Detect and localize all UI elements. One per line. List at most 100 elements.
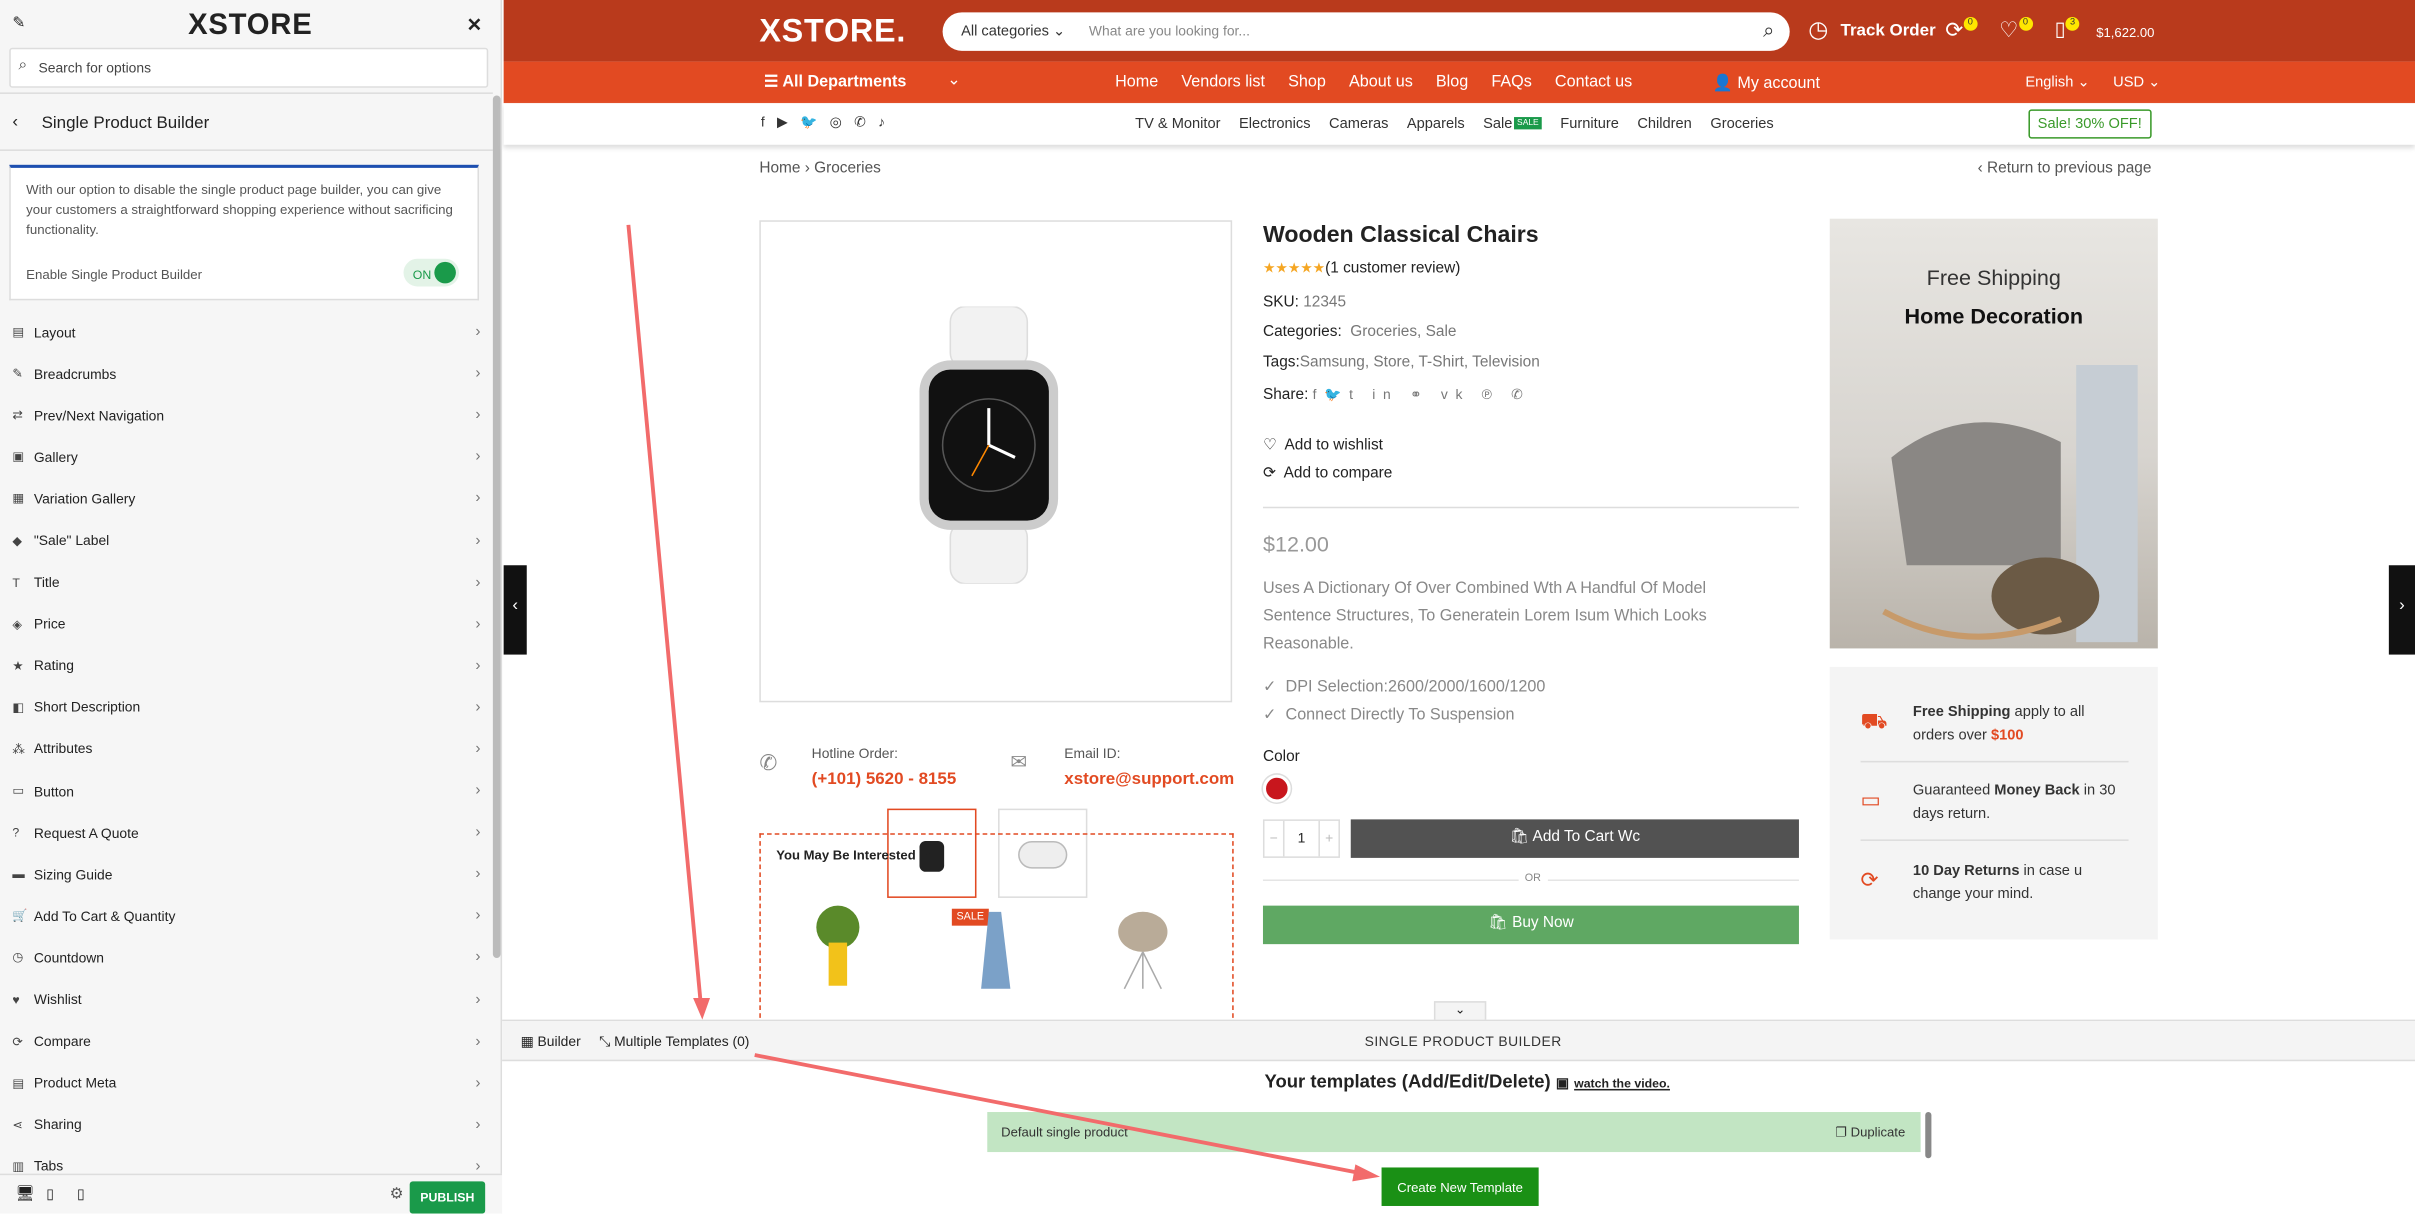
watch-video-link[interactable]: watch the video. — [1574, 1077, 1670, 1091]
sidebar-item-attributes[interactable]: ⁂ Attributes › — [0, 728, 493, 770]
template-row[interactable]: Default single product ❐ Duplicate — [987, 1112, 1921, 1153]
whatsapp-icon[interactable]: ✆ — [854, 114, 866, 131]
sale-promo-button[interactable]: Sale! 30% OFF! — [2028, 109, 2152, 139]
nav-link-blog[interactable]: Blog — [1436, 72, 1468, 90]
sidebar-item-countdown[interactable]: ◷ Countdown › — [0, 937, 493, 979]
sidebar-item-button[interactable]: ▭ Button › — [0, 770, 493, 812]
instagram-icon[interactable]: ◎ — [830, 114, 842, 131]
sidebar-item-sale-label[interactable]: ◆ "Sale" Label › — [0, 520, 493, 562]
dress-product[interactable] — [976, 911, 1015, 997]
category-link-furniture[interactable]: Furniture — [1560, 116, 1619, 133]
share-icons[interactable]: f🐦t in ⚭ vk ℗ ✆ — [1313, 387, 1531, 402]
sidebar-item-sizing-guide[interactable]: ▬ Sizing Guide › — [0, 854, 493, 896]
close-icon[interactable]: ✕ — [467, 14, 482, 36]
youtube-icon[interactable]: ▶ — [777, 114, 788, 131]
track-order-link[interactable]: Track Order — [1841, 22, 1936, 40]
sidebar-item-compare[interactable]: ⟳ Compare › — [0, 1021, 493, 1063]
increase-button[interactable]: + — [1320, 821, 1338, 856]
wallet-icon: ▭ — [1860, 787, 1881, 812]
add-to-cart-button[interactable]: 🛍 Add To Cart Wc — [1350, 819, 1799, 858]
category-link-children[interactable]: Children — [1637, 116, 1692, 133]
twitter-icon[interactable]: 🐦 — [800, 114, 817, 131]
my-account-link[interactable]: 👤 My account — [1713, 72, 1820, 92]
tab-multiple-templates[interactable]: ⤡ Multiple Templates (0) — [599, 1033, 749, 1050]
cart-total[interactable]: $1,622.00 — [2096, 25, 2154, 40]
arrows-icon: ⇄ — [12, 408, 23, 423]
nav-link-shop[interactable]: Shop — [1288, 72, 1326, 90]
sidebar-item-wishlist[interactable]: ♥ Wishlist › — [0, 979, 493, 1021]
sidebar-item-prev-next-navigation[interactable]: ⇄ Prev/Next Navigation › — [0, 395, 493, 437]
category-link-sale[interactable]: Sale SALE — [1483, 116, 1542, 132]
nav-link-home[interactable]: Home — [1115, 72, 1158, 90]
decrease-button[interactable]: − — [1265, 821, 1283, 856]
sidebar-item-sharing[interactable]: ⋖ Sharing › — [0, 1104, 493, 1146]
sidebar-item-product-meta[interactable]: ▤ Product Meta › — [0, 1062, 493, 1104]
search-icon[interactable]: ⌕ — [1763, 18, 1774, 43]
category-link-cameras[interactable]: Cameras — [1329, 116, 1388, 133]
home-decoration-banner[interactable]: Free Shipping Home Decoration — [1829, 218, 2158, 649]
collapse-panel-button[interactable]: ⌄ — [1433, 1001, 1487, 1022]
publish-button[interactable]: PUBLISH — [409, 1181, 486, 1214]
return-link[interactable]: ‹ Return to previous page — [1978, 160, 2152, 177]
sidebar-item-request-a-quote[interactable]: ? Request A Quote › — [0, 812, 493, 854]
sidebar-item-layout[interactable]: ▤ Layout › — [0, 311, 493, 353]
tiktok-icon[interactable]: ♪ — [878, 114, 885, 131]
back-icon[interactable]: ‹ — [12, 112, 18, 130]
buy-now-button[interactable]: 🛍 Buy Now — [1262, 905, 1799, 945]
hotline-number[interactable]: (+101) 5620 - 8155 — [812, 770, 957, 788]
options-list: ▤ Layout › ✎ Breadcrumbs › ⇄ Prev/Next Navigati… — [0, 311, 493, 1187]
prev-product-arrow[interactable]: ‹ — [503, 565, 527, 655]
nav-link-contact-us[interactable]: Contact us — [1555, 72, 1632, 90]
support-email[interactable]: xstore@support.com — [1064, 770, 1234, 788]
enable-builder-toggle[interactable]: ON — [403, 258, 459, 287]
sidebar-item-price[interactable]: ◈ Price › — [0, 603, 493, 645]
nav-link-faqs[interactable]: FAQs — [1491, 72, 1531, 90]
quantity-stepper[interactable]: − 1 + — [1262, 819, 1340, 858]
category-links[interactable]: Groceries, Sale — [1350, 323, 1456, 340]
gear-icon[interactable]: ⚙ — [390, 1186, 404, 1203]
sidebar-item-add-to-cart-quantity[interactable]: 🛒 Add To Cart & Quantity › — [0, 895, 493, 937]
color-swatch-red[interactable] — [1262, 774, 1291, 803]
template-scrollbar[interactable] — [1925, 1112, 1932, 1159]
duplicate-button[interactable]: ❐ Duplicate — [1835, 1124, 1905, 1141]
currency-select[interactable]: USD ⌄ — [2113, 74, 2160, 91]
breadcrumb-groceries[interactable]: Groceries — [814, 160, 881, 177]
search-options-input[interactable]: ⌕ Search for options — [9, 47, 489, 88]
all-departments-menu[interactable]: ☰ All Departments — [764, 72, 906, 90]
search-input[interactable]: What are you looking for... — [1089, 23, 1250, 38]
chair-product[interactable] — [1112, 909, 1174, 994]
compare-icon[interactable]: ⟳ 0 — [1945, 16, 1978, 43]
desktop-icon[interactable]: 🖥 — [15, 1186, 35, 1203]
sidebar-item-short-description[interactable]: ◧ Short Description › — [0, 687, 493, 729]
tab-builder[interactable]: ▦ Builder — [521, 1033, 581, 1050]
facebook-icon[interactable]: f — [761, 114, 765, 131]
product-rating[interactable]: ★★★★★(1 customer review) — [1263, 260, 1460, 277]
sidebar-item-title[interactable]: T Title › — [0, 561, 493, 603]
scrollbar[interactable] — [492, 95, 501, 959]
add-to-wishlist[interactable]: ♡ Add to wishlist — [1263, 437, 1383, 454]
add-to-compare[interactable]: ⟳ Add to compare — [1263, 465, 1392, 482]
category-link-electronics[interactable]: Electronics — [1239, 116, 1311, 133]
breadcrumb-home[interactable]: Home — [759, 160, 800, 177]
chevron-down-icon[interactable]: ⌄ — [947, 71, 961, 89]
category-select[interactable]: All categories ⌄ — [961, 23, 1065, 40]
sidebar-item-breadcrumbs[interactable]: ✎ Breadcrumbs › — [0, 353, 493, 395]
wishlist-icon[interactable]: ♡ 0 — [1999, 16, 2033, 43]
cart-icon[interactable]: ▯ 3 — [2055, 16, 2080, 42]
next-product-arrow[interactable]: › — [2388, 565, 2415, 655]
language-select[interactable]: English ⌄ — [2025, 74, 2089, 91]
tablet-icon[interactable]: ▯ — [46, 1186, 54, 1203]
sidebar-item-rating[interactable]: ★ Rating › — [0, 645, 493, 687]
nav-link-vendors-list[interactable]: Vendors list — [1181, 72, 1265, 90]
sidebar-item-variation-gallery[interactable]: ▦ Variation Gallery › — [0, 478, 493, 520]
nav-link-about-us[interactable]: About us — [1349, 72, 1413, 90]
tag-links[interactable]: Samsung, Store, T-Shirt, Television — [1300, 354, 1540, 371]
category-link-groceries[interactable]: Groceries — [1710, 116, 1773, 133]
mobile-icon[interactable]: ▯ — [77, 1186, 85, 1203]
site-logo[interactable]: XSTORE. — [759, 14, 906, 51]
plant-product[interactable] — [807, 904, 869, 989]
sidebar-item-gallery[interactable]: ▣ Gallery › — [0, 436, 493, 478]
category-link-apparels[interactable]: Apparels — [1407, 116, 1465, 133]
category-link-tv-monitor[interactable]: TV & Monitor — [1135, 116, 1220, 133]
create-new-template-button[interactable]: Create New Template — [1381, 1167, 1539, 1206]
